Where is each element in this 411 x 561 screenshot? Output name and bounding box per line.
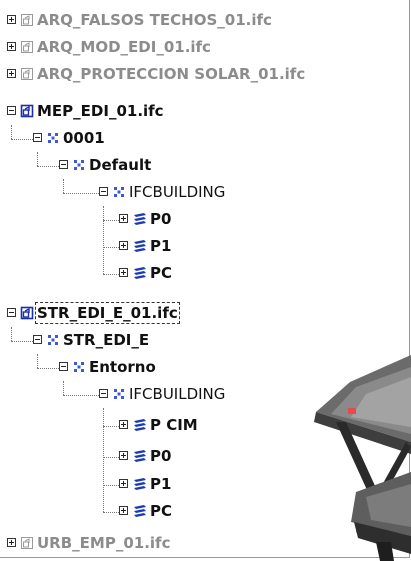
tree-node-label: ARQ_FALSOS TECHOS_01.ifc: [37, 11, 272, 29]
file-icon: [21, 41, 33, 53]
collapse-button[interactable]: [33, 335, 42, 344]
building-icon: [114, 187, 124, 197]
collapse-button[interactable]: [7, 308, 16, 317]
expand-button[interactable]: [7, 15, 16, 24]
tree-node-storey[interactable]: P1: [0, 233, 409, 260]
tree-node-label: URB_EMP_01.ifc: [37, 534, 171, 552]
tree-node-label: PC: [150, 502, 173, 520]
expand-button[interactable]: [119, 241, 128, 250]
highlight-marker: [348, 408, 356, 414]
storey-icon: [134, 505, 146, 517]
tree-node-label: IFCBUILDING: [129, 385, 226, 403]
model-viewport-fragment[interactable]: [296, 322, 411, 561]
tree-node-label: P1: [150, 475, 172, 493]
tree-node-building[interactable]: IFCBUILDING: [0, 179, 409, 206]
expand-button[interactable]: [119, 479, 128, 488]
collapse-button[interactable]: [7, 106, 16, 115]
tree-node-label: P0: [150, 210, 172, 228]
tree-node-label: IFCBUILDING: [129, 183, 226, 201]
file-icon: [20, 104, 34, 118]
project-icon: [48, 335, 58, 345]
tree-node-file[interactable]: ARQ_MOD_EDI_01.ifc: [0, 34, 409, 61]
site-icon: [74, 362, 84, 372]
tree-node-label: STR_EDI_E_01.ifc: [35, 302, 180, 324]
collapse-button[interactable]: [33, 133, 42, 142]
collapse-button[interactable]: [99, 187, 108, 196]
expand-button[interactable]: [7, 538, 16, 547]
expand-button[interactable]: [119, 268, 128, 277]
expand-button[interactable]: [7, 42, 16, 51]
expand-button[interactable]: [119, 420, 128, 429]
tree-node-label: Default: [89, 156, 152, 174]
storey-icon: [134, 240, 146, 252]
tree-node-label: STR_EDI_E: [63, 331, 150, 349]
expand-button[interactable]: [7, 69, 16, 78]
file-icon: [20, 306, 34, 320]
collapse-button[interactable]: [99, 389, 108, 398]
tree-node-label: Entorno: [89, 358, 156, 376]
storey-icon: [134, 478, 146, 490]
tree-node-file[interactable]: MEP_EDI_01.ifc: [0, 98, 409, 125]
file-icon: [21, 68, 33, 80]
tree-node-storey[interactable]: PC: [0, 260, 409, 287]
tree-node-label: ARQ_PROTECCION SOLAR_01.ifc: [37, 65, 306, 83]
file-icon: [21, 537, 33, 549]
tree-node-label: P1: [150, 237, 172, 255]
storey-icon: [134, 419, 146, 431]
storey-icon: [134, 450, 146, 462]
expand-button[interactable]: [119, 214, 128, 223]
collapse-button[interactable]: [59, 362, 68, 371]
expand-button[interactable]: [119, 451, 128, 460]
tree-node-file[interactable]: ARQ_PROTECCION SOLAR_01.ifc: [0, 61, 409, 88]
tree-node-label: MEP_EDI_01.ifc: [37, 102, 164, 120]
storey-icon: [134, 213, 146, 225]
file-icon: [21, 14, 33, 26]
site-icon: [74, 160, 84, 170]
tree-node-label: ARQ_MOD_EDI_01.ifc: [37, 38, 211, 56]
storey-icon: [134, 267, 146, 279]
building-icon: [114, 389, 124, 399]
collapse-button[interactable]: [59, 160, 68, 169]
tree-node-storey[interactable]: P0: [0, 206, 409, 233]
project-icon: [48, 133, 58, 143]
tree-node-file[interactable]: ARQ_FALSOS TECHOS_01.ifc: [0, 7, 409, 34]
tree-node-label: 0001: [63, 129, 105, 147]
tree-node-project[interactable]: 0001: [0, 125, 409, 152]
tree-node-label: P CIM: [150, 416, 198, 434]
tree-node-label: P0: [150, 447, 172, 465]
expand-button[interactable]: [119, 506, 128, 515]
tree-node-label: PC: [150, 264, 173, 282]
tree-node-site[interactable]: Default: [0, 152, 409, 179]
